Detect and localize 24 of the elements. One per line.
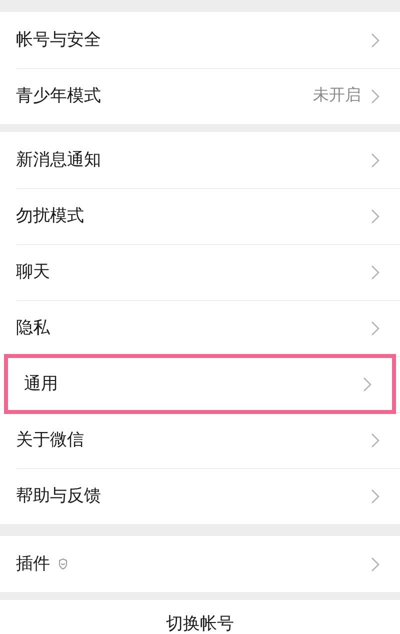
chevron-right-icon — [371, 152, 380, 168]
item-label: 勿扰模式 — [16, 205, 84, 228]
settings-item[interactable]: 通用 — [4, 354, 396, 414]
chevron-right-icon — [371, 264, 380, 280]
chevron-right-icon — [371, 488, 380, 504]
chevron-right-icon — [371, 32, 380, 48]
switch-account-button[interactable]: 切换帐号 — [166, 614, 234, 634]
item-label: 青少年模式 — [16, 85, 101, 108]
item-label: 帮助与反馈 — [16, 485, 101, 508]
item-label: 隐私 — [16, 317, 50, 340]
shield-icon — [58, 558, 68, 570]
chevron-right-icon — [371, 556, 380, 572]
item-label: 聊天 — [16, 261, 50, 284]
chevron-right-icon — [371, 432, 380, 448]
item-label: 帐号与安全 — [16, 29, 101, 52]
item-label: 关于微信 — [16, 429, 84, 452]
chevron-right-icon — [371, 88, 380, 104]
chevron-right-icon — [363, 376, 372, 392]
item-value: 未开启 — [313, 86, 361, 106]
chevron-right-icon — [371, 208, 380, 224]
chevron-right-icon — [371, 320, 380, 336]
item-label: 新消息通知 — [16, 149, 101, 172]
item-label: 通用 — [24, 373, 58, 396]
item-label: 插件 — [16, 553, 50, 576]
